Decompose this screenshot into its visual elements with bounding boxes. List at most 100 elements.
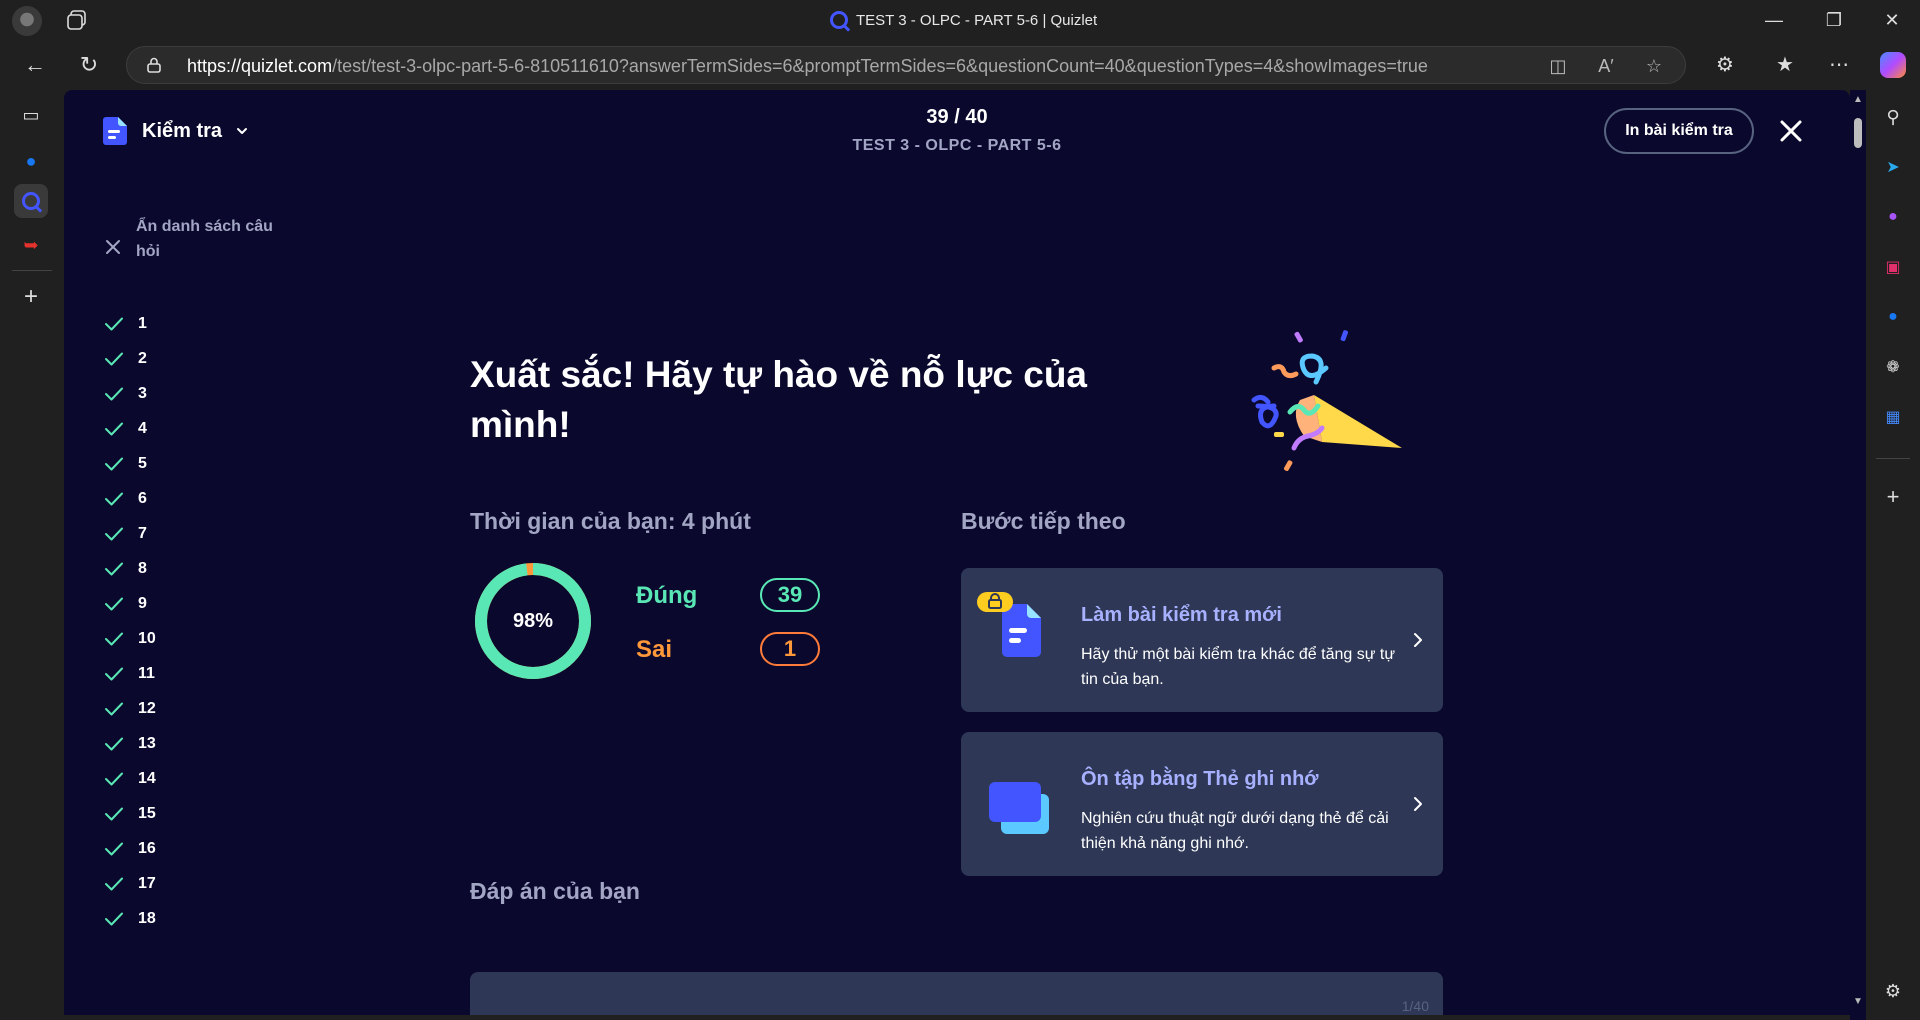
restore-icon[interactable]: ❐ bbox=[1822, 8, 1846, 32]
hide-question-list-button[interactable]: Ẩn danh sách câu hỏi bbox=[104, 214, 304, 264]
url-bar[interactable]: https://quizlet.com/test/test-3-olpc-par… bbox=[126, 46, 1686, 84]
check-icon bbox=[105, 387, 123, 400]
pdf-tab-icon[interactable]: ➥ bbox=[14, 228, 48, 262]
tab-title-text: TEST 3 - OLPC - PART 5-6 | Quizlet bbox=[856, 11, 1098, 29]
facebook-icon[interactable]: ● bbox=[1880, 304, 1906, 330]
quizlet-logo-icon bbox=[830, 11, 848, 29]
set-title: TEST 3 - OLPC - PART 5-6 bbox=[852, 137, 1062, 154]
translate-icon[interactable]: ▦ bbox=[1880, 404, 1906, 430]
app-available-icon[interactable]: ◫ bbox=[1547, 55, 1569, 77]
close-icon[interactable] bbox=[1774, 114, 1808, 148]
telegram-icon[interactable]: ➤ bbox=[1880, 154, 1906, 180]
print-test-button[interactable]: In bài kiểm tra bbox=[1604, 108, 1754, 154]
flashcards-icon bbox=[989, 782, 1049, 834]
chevron-right-icon bbox=[1414, 633, 1422, 647]
your-answers-heading: Đáp án của bạn bbox=[470, 878, 640, 904]
question-list-item[interactable]: 7 bbox=[104, 516, 304, 551]
question-list-item[interactable]: 10 bbox=[104, 621, 304, 656]
profile-avatar[interactable] bbox=[12, 6, 42, 36]
lock-icon[interactable] bbox=[147, 57, 161, 73]
question-number: 5 bbox=[138, 454, 147, 472]
question-list-item[interactable]: 4 bbox=[104, 411, 304, 446]
answer-card: 1/40 bbox=[470, 972, 1443, 1015]
check-icon bbox=[105, 352, 123, 365]
question-list-item[interactable]: 5 bbox=[104, 446, 304, 481]
tab-title[interactable]: TEST 3 - OLPC - PART 5-6 | Quizlet bbox=[830, 10, 1097, 30]
search-icon[interactable]: ⚲ bbox=[1880, 104, 1906, 130]
question-list-item[interactable]: 16 bbox=[104, 831, 304, 866]
check-icon bbox=[105, 737, 123, 750]
check-icon bbox=[105, 422, 123, 435]
address-row: ← ↻ https://quizlet.com/test/test-3-olpc… bbox=[0, 40, 1920, 90]
check-icon bbox=[105, 877, 123, 890]
check-icon bbox=[105, 772, 123, 785]
close-window-icon[interactable]: ✕ bbox=[1880, 8, 1904, 32]
quizlet-tab-icon[interactable] bbox=[14, 184, 48, 218]
minimize-icon[interactable]: — bbox=[1762, 8, 1786, 32]
more-menu-icon[interactable]: ⋯ bbox=[1826, 52, 1852, 78]
question-list-item[interactable]: 14 bbox=[104, 761, 304, 796]
question-list-item[interactable]: 6 bbox=[104, 481, 304, 516]
question-list-item[interactable]: 3 bbox=[104, 376, 304, 411]
question-number: 2 bbox=[138, 349, 147, 367]
answer-count: 1/40 bbox=[1401, 998, 1429, 1014]
score-percent: 98% bbox=[512, 609, 554, 632]
url-text[interactable]: https://quizlet.com/test/test-3-olpc-par… bbox=[187, 56, 1428, 77]
browser-titlebar: TEST 3 - OLPC - PART 5-6 | Quizlet — ❐ ✕ bbox=[0, 0, 1920, 40]
instagram-icon[interactable]: ▣ bbox=[1880, 254, 1906, 280]
tab-actions-icon[interactable]: ▭ bbox=[14, 98, 48, 132]
chevron-right-icon bbox=[1414, 797, 1422, 811]
chatgpt-icon[interactable]: ❁ bbox=[1880, 354, 1906, 380]
sidebar-settings-icon[interactable]: ⚙ bbox=[1880, 978, 1906, 1004]
question-list-item[interactable]: 18 bbox=[104, 901, 304, 936]
question-list: 1 2 3 4 5 6 7 8 9 10 11 12 13 14 15 16 17 18 bbox=[104, 306, 304, 946]
extensions-icon[interactable]: ⚙ bbox=[1712, 52, 1738, 78]
copilot-icon[interactable] bbox=[1880, 52, 1906, 78]
read-aloud-icon[interactable]: A′ bbox=[1595, 55, 1617, 77]
question-number: 7 bbox=[138, 524, 147, 542]
vertical-tab-strip: ▭ ● ➥ + bbox=[0, 90, 64, 1020]
messenger-icon[interactable]: ● bbox=[1880, 204, 1906, 230]
refresh-icon[interactable]: ↻ bbox=[76, 52, 102, 78]
question-list-item[interactable]: 13 bbox=[104, 726, 304, 761]
check-icon bbox=[105, 597, 123, 610]
favorites-icon[interactable]: ★ bbox=[1772, 52, 1798, 78]
facebook-tab-icon[interactable]: ● bbox=[14, 144, 48, 178]
scroll-up-icon[interactable]: ▲ bbox=[1852, 94, 1864, 106]
question-list-item[interactable]: 11 bbox=[104, 656, 304, 691]
question-number: 9 bbox=[138, 594, 147, 612]
party-popper-icon bbox=[1251, 330, 1402, 471]
scroll-thumb[interactable] bbox=[1854, 118, 1862, 148]
next-steps-heading: Bước tiếp theo bbox=[961, 508, 1126, 534]
edge-sidebar: ⚲ ➤ ● ▣ ● ❁ ▦ + ⚙ bbox=[1866, 90, 1920, 1020]
question-list-item[interactable]: 17 bbox=[104, 866, 304, 901]
question-number: 14 bbox=[138, 769, 156, 787]
check-icon bbox=[105, 562, 123, 575]
add-sidebar-app-icon[interactable]: + bbox=[1880, 484, 1906, 510]
check-icon bbox=[105, 632, 123, 645]
question-list-item[interactable]: 12 bbox=[104, 691, 304, 726]
hide-question-list-label: Ẩn danh sách câu hỏi bbox=[136, 218, 273, 260]
wrong-count-badge: 1 bbox=[760, 632, 820, 666]
question-number: 4 bbox=[138, 419, 147, 437]
new-tab-icon[interactable]: + bbox=[14, 280, 48, 314]
quizlet-page: Kiểm tra 39 / 40 TEST 3 - OLPC - PART 5-… bbox=[64, 90, 1850, 1015]
new-test-description: Hãy thử một bài kiểm tra khác để tăng sự… bbox=[1081, 646, 1396, 688]
scroll-down-icon[interactable]: ▼ bbox=[1852, 996, 1864, 1008]
workspaces-icon[interactable] bbox=[66, 9, 88, 31]
new-test-card[interactable]: Làm bài kiểm tra mới Hãy thử một bài kiể… bbox=[961, 568, 1443, 712]
new-test-icon bbox=[977, 592, 1041, 657]
question-list-item[interactable]: 8 bbox=[104, 551, 304, 586]
question-list-item[interactable]: 2 bbox=[104, 341, 304, 376]
check-icon bbox=[105, 457, 123, 470]
question-number: 6 bbox=[138, 489, 147, 507]
flashcards-card[interactable]: Ôn tập bằng Thẻ ghi nhớ Nghiên cứu thuật… bbox=[961, 732, 1443, 876]
check-icon bbox=[105, 807, 123, 820]
back-icon[interactable]: ← bbox=[22, 52, 48, 78]
question-list-item[interactable]: 1 bbox=[104, 306, 304, 341]
question-list-item[interactable]: 15 bbox=[104, 796, 304, 831]
favorite-star-icon[interactable]: ☆ bbox=[1643, 55, 1665, 77]
question-list-item[interactable]: 9 bbox=[104, 586, 304, 621]
page-scrollbar[interactable]: ▲ ▼ bbox=[1850, 90, 1866, 1020]
sidebar-divider bbox=[1876, 458, 1910, 459]
